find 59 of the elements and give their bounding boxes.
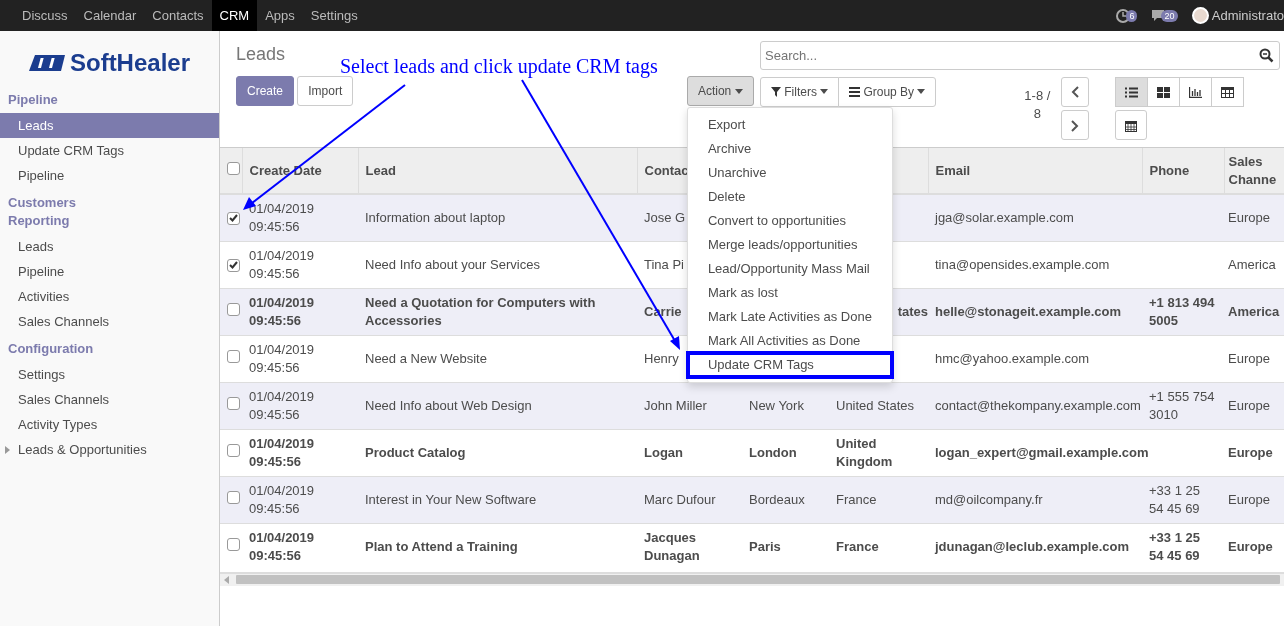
table-cell: +33 1 25 54 45 69 bbox=[1149, 530, 1200, 564]
logo-text: SoftHealer bbox=[69, 48, 190, 78]
table-cell: Product Catalog bbox=[365, 445, 466, 460]
table-cell: Henry bbox=[644, 351, 679, 366]
table-cell: 01/04/2019 09:45:56 bbox=[249, 248, 315, 281]
email-cell: contact@thekompany.example.com bbox=[935, 398, 1141, 413]
table-cell: Europe bbox=[1228, 539, 1273, 555]
table-cell: New York bbox=[749, 398, 804, 413]
table-cell: Europe bbox=[1228, 398, 1270, 413]
sidebar-section-title: Pipeline bbox=[7, 91, 59, 109]
email-cell: logan_expert@gmail.example.com bbox=[935, 445, 1149, 460]
email-cell: tina@opensides.example.com bbox=[935, 257, 1110, 272]
table-cell: America bbox=[1228, 304, 1280, 319]
table-cell: Europe bbox=[1228, 445, 1273, 460]
table-cell: Tina Pi bbox=[644, 257, 684, 272]
table-cell: Europe bbox=[1228, 210, 1270, 225]
table-cell: tates bbox=[897, 304, 928, 319]
table-cell: 01/04/2019 09:45:56 bbox=[249, 295, 315, 328]
table-cell: 01/04/2019 09:45:56 bbox=[249, 530, 315, 564]
pager-value: 1-8 / 8 bbox=[1023, 86, 1052, 123]
table-cell: United Kingdom bbox=[836, 436, 893, 469]
table-cell: 01/04/2019 09:45:56 bbox=[249, 436, 315, 469]
table-cell: 01/04/2019 09:45:56 bbox=[249, 483, 315, 516]
table-cell: 01/04/2019 09:45:56 bbox=[249, 389, 315, 422]
sidebar-section-title: Customers Reporting bbox=[7, 194, 77, 230]
table-cell: Need Info about your Services bbox=[365, 257, 540, 272]
table-cell: Bordeaux bbox=[749, 492, 805, 507]
table-cell: Jacques Dunagan bbox=[644, 530, 700, 564]
table-cell: +1 813 494 5005 bbox=[1149, 295, 1215, 328]
table-cell: Need a New Website bbox=[365, 351, 487, 366]
table-cell: Logan bbox=[644, 445, 683, 460]
activity-count-badge: 6 bbox=[1126, 9, 1138, 22]
table-cell: America bbox=[1228, 257, 1276, 272]
table-cell: Information about laptop bbox=[365, 210, 506, 225]
table-cell: Paris bbox=[749, 539, 781, 555]
table-cell: Need a Quotation for Computers with Accessories bbox=[365, 295, 596, 328]
table-cell: France bbox=[836, 539, 879, 555]
email-cell: jga@solar.example.com bbox=[935, 210, 1074, 225]
table-cell: Need Info about Web Design bbox=[365, 398, 532, 413]
table-cell: Plan to Attend a Training bbox=[365, 539, 518, 555]
table-cell: France bbox=[836, 492, 877, 507]
table-cell: Marc Dufour bbox=[644, 492, 716, 507]
table-cell: Europe bbox=[1228, 351, 1270, 366]
email-cell: jdunagan@leclub.example.com bbox=[935, 539, 1129, 555]
table-cell: John Miller bbox=[644, 398, 707, 413]
table-cell: 01/04/2019 09:45:56 bbox=[249, 201, 315, 234]
email-cell: md@oilcompany.fr bbox=[935, 492, 1043, 507]
message-count-badge: 20 bbox=[1161, 9, 1178, 22]
table-cell: +33 1 25 54 45 69 bbox=[1149, 483, 1200, 516]
table-cell: United States bbox=[836, 398, 915, 413]
table-cell: 01/04/2019 09:45:56 bbox=[249, 342, 315, 375]
table-cell: Jose G bbox=[644, 210, 686, 225]
table-cell: Interest in Your New Software bbox=[365, 492, 537, 507]
table-cell: +1 555 754 3010 bbox=[1149, 389, 1215, 422]
email-cell: hmc@yahoo.example.com bbox=[935, 351, 1090, 366]
table-cell: London bbox=[749, 445, 797, 460]
table-cell: Europe bbox=[1228, 492, 1270, 507]
email-cell: helle@stonageit.example.com bbox=[935, 304, 1122, 319]
sidebar-section-title: Configuration bbox=[7, 340, 95, 358]
